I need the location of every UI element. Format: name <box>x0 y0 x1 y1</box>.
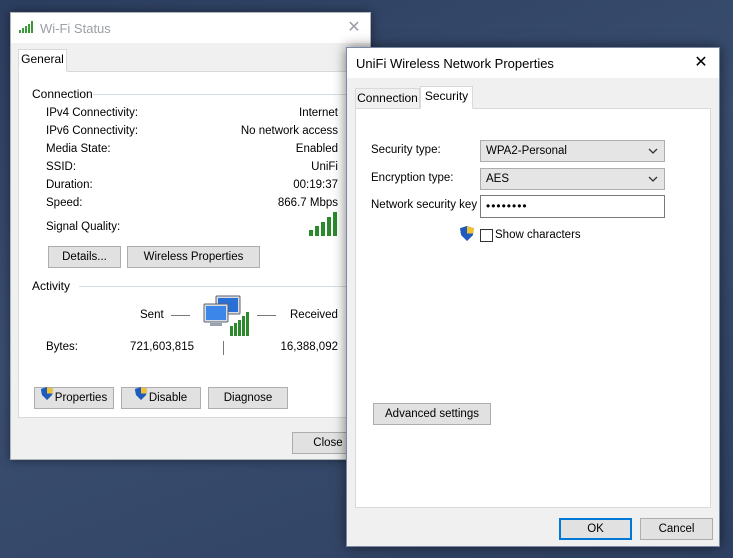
network-properties-window: UniFi Wireless Network Properties ✕ Conn… <box>346 47 720 547</box>
advanced-settings-button[interactable]: Advanced settings <box>373 403 491 425</box>
activity-divider <box>223 341 224 355</box>
show-characters-checkbox[interactable] <box>480 229 493 242</box>
properties-button-label: Properties <box>54 392 108 404</box>
ok-button[interactable]: OK <box>559 518 632 540</box>
row-label: IPv6 Connectivity: <box>46 125 139 137</box>
close-icon[interactable]: ✕ <box>689 51 713 75</box>
security-type-label: Security type: <box>371 144 441 156</box>
activity-group-label: Activity <box>32 279 71 293</box>
row-label: Duration: <box>46 179 93 191</box>
disable-button-label: Disable <box>148 392 188 404</box>
tab-security[interactable]: Security <box>420 86 473 109</box>
tab-general[interactable]: General <box>18 49 67 72</box>
general-tab-page: Connection IPv4 Connectivity: Internet I… <box>18 71 363 418</box>
row-value: Enabled <box>295 143 338 155</box>
row-label: IPv4 Connectivity: <box>46 107 139 119</box>
row-value: No network access <box>240 125 338 137</box>
wifi-signal-icon <box>19 21 35 36</box>
signal-quality-icon <box>309 212 339 239</box>
row-value: UniFi <box>311 161 338 173</box>
bytes-sent-value: 721,603,815 <box>130 341 194 353</box>
group-divider <box>79 286 354 287</box>
window-title: UniFi Wireless Network Properties <box>356 56 554 71</box>
encryption-type-label: Encryption type: <box>371 172 454 184</box>
encryption-type-select[interactable]: AES <box>480 168 665 190</box>
title-bar[interactable]: UniFi Wireless Network Properties ✕ <box>347 48 719 78</box>
show-characters-label[interactable]: Show characters <box>495 229 581 241</box>
sent-line <box>171 315 190 316</box>
properties-button[interactable]: Properties <box>34 386 114 409</box>
network-key-input[interactable]: •••••••• <box>480 195 665 218</box>
received-label: Received <box>290 309 338 321</box>
sent-label: Sent <box>140 309 164 321</box>
window-title: Wi-Fi Status <box>40 21 111 36</box>
uac-shield-icon <box>40 386 53 407</box>
row-value: 866.7 Mbps <box>277 197 338 209</box>
wireless-properties-button[interactable]: Wireless Properties <box>127 246 260 268</box>
wifi-status-window: Wi-Fi Status ✕ General Connection IPv4 C… <box>10 12 371 460</box>
network-computers-icon <box>202 294 250 341</box>
chevron-down-icon <box>647 141 659 161</box>
security-tab-page: Security type: WPA2-Personal Encryption … <box>355 108 711 508</box>
close-icon[interactable]: ✕ <box>342 16 366 40</box>
uac-shield-icon <box>460 226 474 244</box>
tab-connection[interactable]: Connection <box>355 88 420 109</box>
diagnose-button[interactable]: Diagnose <box>208 387 288 409</box>
encryption-type-value: AES <box>486 173 510 185</box>
network-key-label: Network security key <box>371 199 478 211</box>
uac-shield-icon <box>134 386 147 407</box>
bytes-label: Bytes: <box>46 341 78 353</box>
received-line <box>257 315 276 316</box>
group-divider <box>93 94 354 95</box>
connection-group-label: Connection <box>32 87 93 101</box>
disable-button[interactable]: Disable <box>121 386 201 409</box>
row-value: 00:19:37 <box>293 179 338 191</box>
security-type-value: WPA2-Personal <box>486 145 567 157</box>
bytes-received-value: 16,388,092 <box>280 341 338 353</box>
cancel-button[interactable]: Cancel <box>640 518 713 540</box>
row-label: Speed: <box>46 197 83 209</box>
row-value: Internet <box>299 107 338 119</box>
security-type-select[interactable]: WPA2-Personal <box>480 140 665 162</box>
signal-quality-label: Signal Quality: <box>46 221 121 233</box>
chevron-down-icon <box>647 169 659 189</box>
details-button[interactable]: Details... <box>48 246 121 268</box>
title-bar[interactable]: Wi-Fi Status ✕ <box>11 13 370 43</box>
row-label: SSID: <box>46 161 77 173</box>
row-label: Media State: <box>46 143 111 155</box>
